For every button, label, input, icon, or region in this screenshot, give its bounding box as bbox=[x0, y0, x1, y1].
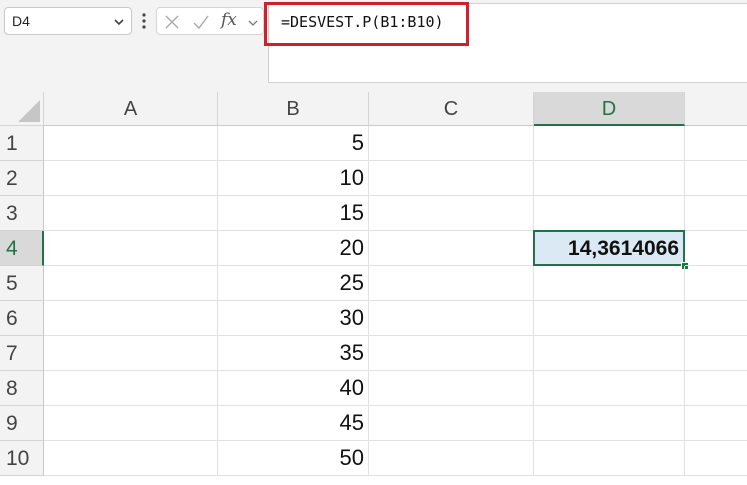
column-header-a[interactable]: A bbox=[44, 92, 218, 126]
cell-c1[interactable] bbox=[369, 126, 534, 161]
cell-c10[interactable] bbox=[369, 441, 534, 476]
cell-d10[interactable] bbox=[534, 441, 685, 476]
row-header-4[interactable]: 4 bbox=[0, 231, 44, 266]
cell-c4[interactable] bbox=[369, 231, 534, 266]
row-header-7[interactable]: 7 bbox=[0, 336, 44, 371]
cell-b5[interactable]: 25 bbox=[218, 266, 369, 301]
row-header-5[interactable]: 5 bbox=[0, 266, 44, 301]
cell-e5[interactable] bbox=[685, 266, 747, 301]
column-header-c[interactable]: C bbox=[369, 92, 534, 126]
cell-c8[interactable] bbox=[369, 371, 534, 406]
row-header-3[interactable]: 3 bbox=[0, 196, 44, 231]
cell-e1[interactable] bbox=[685, 126, 747, 161]
cell-b9[interactable]: 45 bbox=[218, 406, 369, 441]
cell-b2[interactable]: 10 bbox=[218, 161, 369, 196]
cell-b8[interactable]: 40 bbox=[218, 371, 369, 406]
cell-a10[interactable] bbox=[44, 441, 218, 476]
cell-e3[interactable] bbox=[685, 196, 747, 231]
cell-e7[interactable] bbox=[685, 336, 747, 371]
cell-a2[interactable] bbox=[44, 161, 218, 196]
cell-a1[interactable] bbox=[44, 126, 218, 161]
cell-e10[interactable] bbox=[685, 441, 747, 476]
column-header-b[interactable]: B bbox=[218, 92, 369, 126]
cell-a6[interactable] bbox=[44, 301, 218, 336]
checkmark-icon[interactable] bbox=[192, 14, 210, 30]
select-all-icon bbox=[18, 100, 40, 122]
column-header-e[interactable] bbox=[685, 92, 747, 126]
cell-c7[interactable] bbox=[369, 336, 534, 371]
cell-b1[interactable]: 5 bbox=[218, 126, 369, 161]
close-icon[interactable] bbox=[164, 14, 180, 30]
chevron-down-icon[interactable] bbox=[247, 17, 259, 29]
formula-text[interactable]: =DESVEST.P(B1:B10) bbox=[281, 13, 444, 31]
cell-d3[interactable] bbox=[534, 196, 685, 231]
cell-a7[interactable] bbox=[44, 336, 218, 371]
cell-b3[interactable]: 15 bbox=[218, 196, 369, 231]
cell-c6[interactable] bbox=[369, 301, 534, 336]
name-box-value: D4 bbox=[12, 13, 30, 29]
row-header-10[interactable]: 10 bbox=[0, 441, 44, 476]
row-header-2[interactable]: 2 bbox=[0, 161, 44, 196]
cell-b6[interactable]: 30 bbox=[218, 301, 369, 336]
cell-a4[interactable] bbox=[44, 231, 218, 266]
row-header-1[interactable]: 1 bbox=[0, 126, 44, 161]
cell-d8[interactable] bbox=[534, 371, 685, 406]
insert-function-button[interactable]: fx bbox=[221, 10, 237, 30]
cell-a9[interactable] bbox=[44, 406, 218, 441]
cell-c5[interactable] bbox=[369, 266, 534, 301]
cell-d5[interactable] bbox=[534, 266, 685, 301]
cell-d9[interactable] bbox=[534, 406, 685, 441]
cell-e4[interactable] bbox=[685, 231, 747, 266]
cell-b7[interactable]: 35 bbox=[218, 336, 369, 371]
more-options-icon[interactable] bbox=[141, 12, 147, 30]
cell-e2[interactable] bbox=[685, 161, 747, 196]
cell-c3[interactable] bbox=[369, 196, 534, 231]
row-header-8[interactable]: 8 bbox=[0, 371, 44, 406]
cell-b10[interactable]: 50 bbox=[218, 441, 369, 476]
select-all-button[interactable] bbox=[0, 92, 44, 126]
formula-toolbar: D4 fx =DESVEST.P(B1:B10) bbox=[0, 0, 747, 92]
cell-e6[interactable] bbox=[685, 301, 747, 336]
cell-a8[interactable] bbox=[44, 371, 218, 406]
name-box[interactable]: D4 bbox=[4, 7, 132, 35]
cell-a3[interactable] bbox=[44, 196, 218, 231]
cell-e9[interactable] bbox=[685, 406, 747, 441]
row-header-9[interactable]: 9 bbox=[0, 406, 44, 441]
cell-b4[interactable]: 20 bbox=[218, 231, 369, 266]
cell-c2[interactable] bbox=[369, 161, 534, 196]
column-header-d[interactable]: D bbox=[534, 92, 685, 126]
cell-d7[interactable] bbox=[534, 336, 685, 371]
chevron-down-icon[interactable] bbox=[113, 16, 125, 28]
cell-d4[interactable]: 14,3614066 bbox=[533, 230, 685, 266]
formula-actions: fx bbox=[156, 7, 264, 35]
cell-d2[interactable] bbox=[534, 161, 685, 196]
row-header-6[interactable]: 6 bbox=[0, 301, 44, 336]
cell-d6[interactable] bbox=[534, 301, 685, 336]
cell-a5[interactable] bbox=[44, 266, 218, 301]
cell-e8[interactable] bbox=[685, 371, 747, 406]
cell-d1[interactable] bbox=[534, 126, 685, 161]
cell-c9[interactable] bbox=[369, 406, 534, 441]
